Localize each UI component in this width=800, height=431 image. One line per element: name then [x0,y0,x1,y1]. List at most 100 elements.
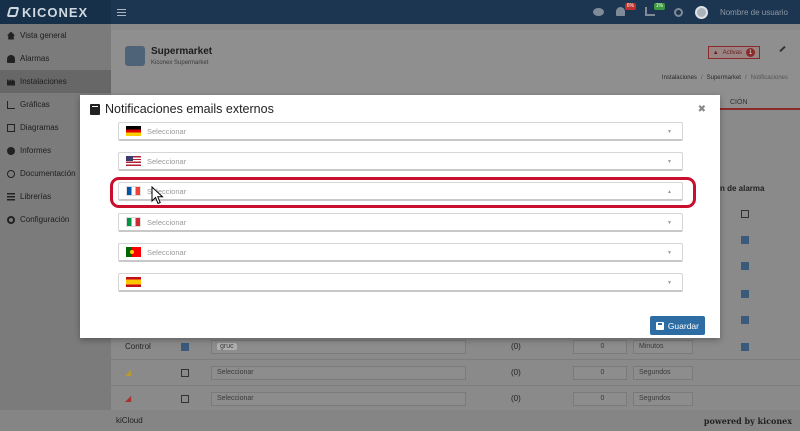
signal-icon: ◢ [125,368,132,377]
language-select-en[interactable]: Seleccionar ▼ [118,152,683,171]
language-select-pt[interactable]: Seleccionar ▼ [118,243,683,262]
modal-title-text: Notificaciones emails externos [105,102,274,116]
row-checkbox[interactable] [741,236,749,246]
cogs-icon [7,215,15,224]
unit-value: Segundos [639,369,671,376]
select-placeholder: Seleccionar [147,126,187,136]
select-placeholder: Seleccionar [147,217,187,227]
stepper-value: 0 [600,343,605,350]
page-subtitle: Kiconex Supermarket [151,60,209,66]
pencil-icon[interactable] [779,45,786,53]
tag-select[interactable]: Seleccionar [211,365,466,380]
tag-chip: gruc [217,343,237,350]
table-row: ◢ Seleccionar (0) 0 Segundos [111,360,800,386]
unit-select[interactable]: Segundos [633,391,693,406]
row-checkbox[interactable] [181,394,189,403]
row-checkbox[interactable] [741,316,749,326]
close-icon[interactable]: ✖ [698,104,706,115]
unit-value: Minutos [639,343,664,350]
row-checkbox[interactable] [741,262,749,272]
language-select-it[interactable]: Seleccionar ▼ [118,213,683,232]
breadcrumb-item[interactable]: Supermarket [707,75,741,81]
number-stepper[interactable]: 0 [573,339,627,354]
breadcrumb-item[interactable]: Instalaciones [662,75,697,81]
sidebar-item-instalaciones[interactable]: Instalaciones [0,70,111,93]
number-stepper[interactable]: 0 [573,391,627,406]
delay-value: (0) [511,368,521,377]
unit-value: Segundos [639,395,671,402]
sidebar-item-label: Documentación [20,169,76,178]
chevron-down-icon: ▼ [667,129,672,135]
brand-name: KICONEX [22,4,89,20]
sidebar-item-alarmas[interactable]: Alarmas [0,47,111,70]
stepper-value: 0 [600,369,605,376]
portugal-flag-icon [126,247,141,257]
alerts-button[interactable]: 6% [615,3,636,17]
avatar[interactable] [694,5,708,19]
chevron-down-icon: ▼ [667,159,672,165]
table-row: ◢ Seleccionar (0) 0 Segundos [111,386,800,412]
background-table: Control gruc (0) 0 Minutos ◢ Seleccionar… [111,334,800,412]
number-stepper[interactable]: 0 [573,365,627,380]
top-bar: KICONEX 6% 1% Nombre de usuario [0,0,800,24]
highlight-annotation [110,177,696,208]
usa-flag-icon [126,156,141,166]
breadcrumb-separator: / [700,75,703,81]
column-header-peek: n de alarma [720,184,765,193]
save-icon [655,321,664,330]
breadcrumb-item: Notificaciones [750,75,788,81]
globe-icon [7,169,15,178]
top-right-actions: 6% 1% Nombre de usuario [592,0,788,24]
gear-icon[interactable] [673,7,683,17]
sidebar-item-label: Informes [20,146,52,155]
active-label: Activas [722,49,742,56]
language-select-es[interactable]: ▼ [118,273,683,292]
row-name: Control [125,342,151,351]
row-checkbox[interactable] [741,290,749,300]
bell-icon: ▲ [712,49,719,56]
footer-brand: kiCloud [116,416,143,425]
unit-select[interactable]: Minutos [633,339,693,354]
sidebar-item-vista-general[interactable]: Vista general [0,24,111,47]
image-icon [7,123,15,132]
row-checkbox[interactable] [741,342,749,351]
stats-badge: 1% [653,3,665,10]
chat-icon[interactable] [592,8,604,16]
menu-toggle-icon[interactable] [117,8,126,16]
sidebar-item-label: Diagramas [20,123,59,132]
sidebar-item-label: Instalaciones [20,77,67,86]
sidebar-item-label: Librerías [20,192,52,201]
modal-title: Notificaciones emails externos [90,102,274,116]
save-button[interactable]: Guardar [649,316,705,335]
installation-icon [125,46,145,66]
spain-flag-icon [126,277,141,287]
row-checkbox[interactable] [181,368,189,377]
tag-select[interactable]: Seleccionar [211,391,466,406]
tag-select[interactable]: gruc [211,339,466,354]
home-icon [7,31,15,40]
active-alarms-button[interactable]: ▲ Activas 1 [707,46,760,59]
stats-button[interactable]: 1% [644,3,665,17]
row-checkbox[interactable] [741,210,749,220]
mouse-cursor-icon [151,186,164,205]
row-checkbox[interactable] [181,342,189,351]
book-icon [90,103,100,115]
delay-value: (0) [511,342,521,351]
username[interactable]: Nombre de usuario [720,8,788,17]
stepper-value: 0 [600,395,605,402]
line-chart-icon [7,100,15,109]
logo[interactable]: KICONEX [0,0,111,24]
alerts-badge: 6% [624,3,636,10]
breadcrumb: Instalaciones / Supermarket / Notificaci… [662,75,788,81]
tab-peek[interactable]: CIÓN [730,99,748,106]
select-placeholder: Seleccionar [147,247,187,257]
unit-select[interactable]: Segundos [633,365,693,380]
language-select-de[interactable]: Seleccionar ▼ [118,122,683,141]
footer-powered-by: powered by kiconex [703,415,792,426]
tag-placeholder: Seleccionar [217,395,254,402]
delay-value: (0) [511,394,521,403]
footer: kiCloud powered by kiconex [0,410,800,431]
signal-icon: ◢ [125,394,132,403]
breadcrumb-separator: / [744,75,747,81]
chevron-down-icon: ▼ [667,250,672,256]
